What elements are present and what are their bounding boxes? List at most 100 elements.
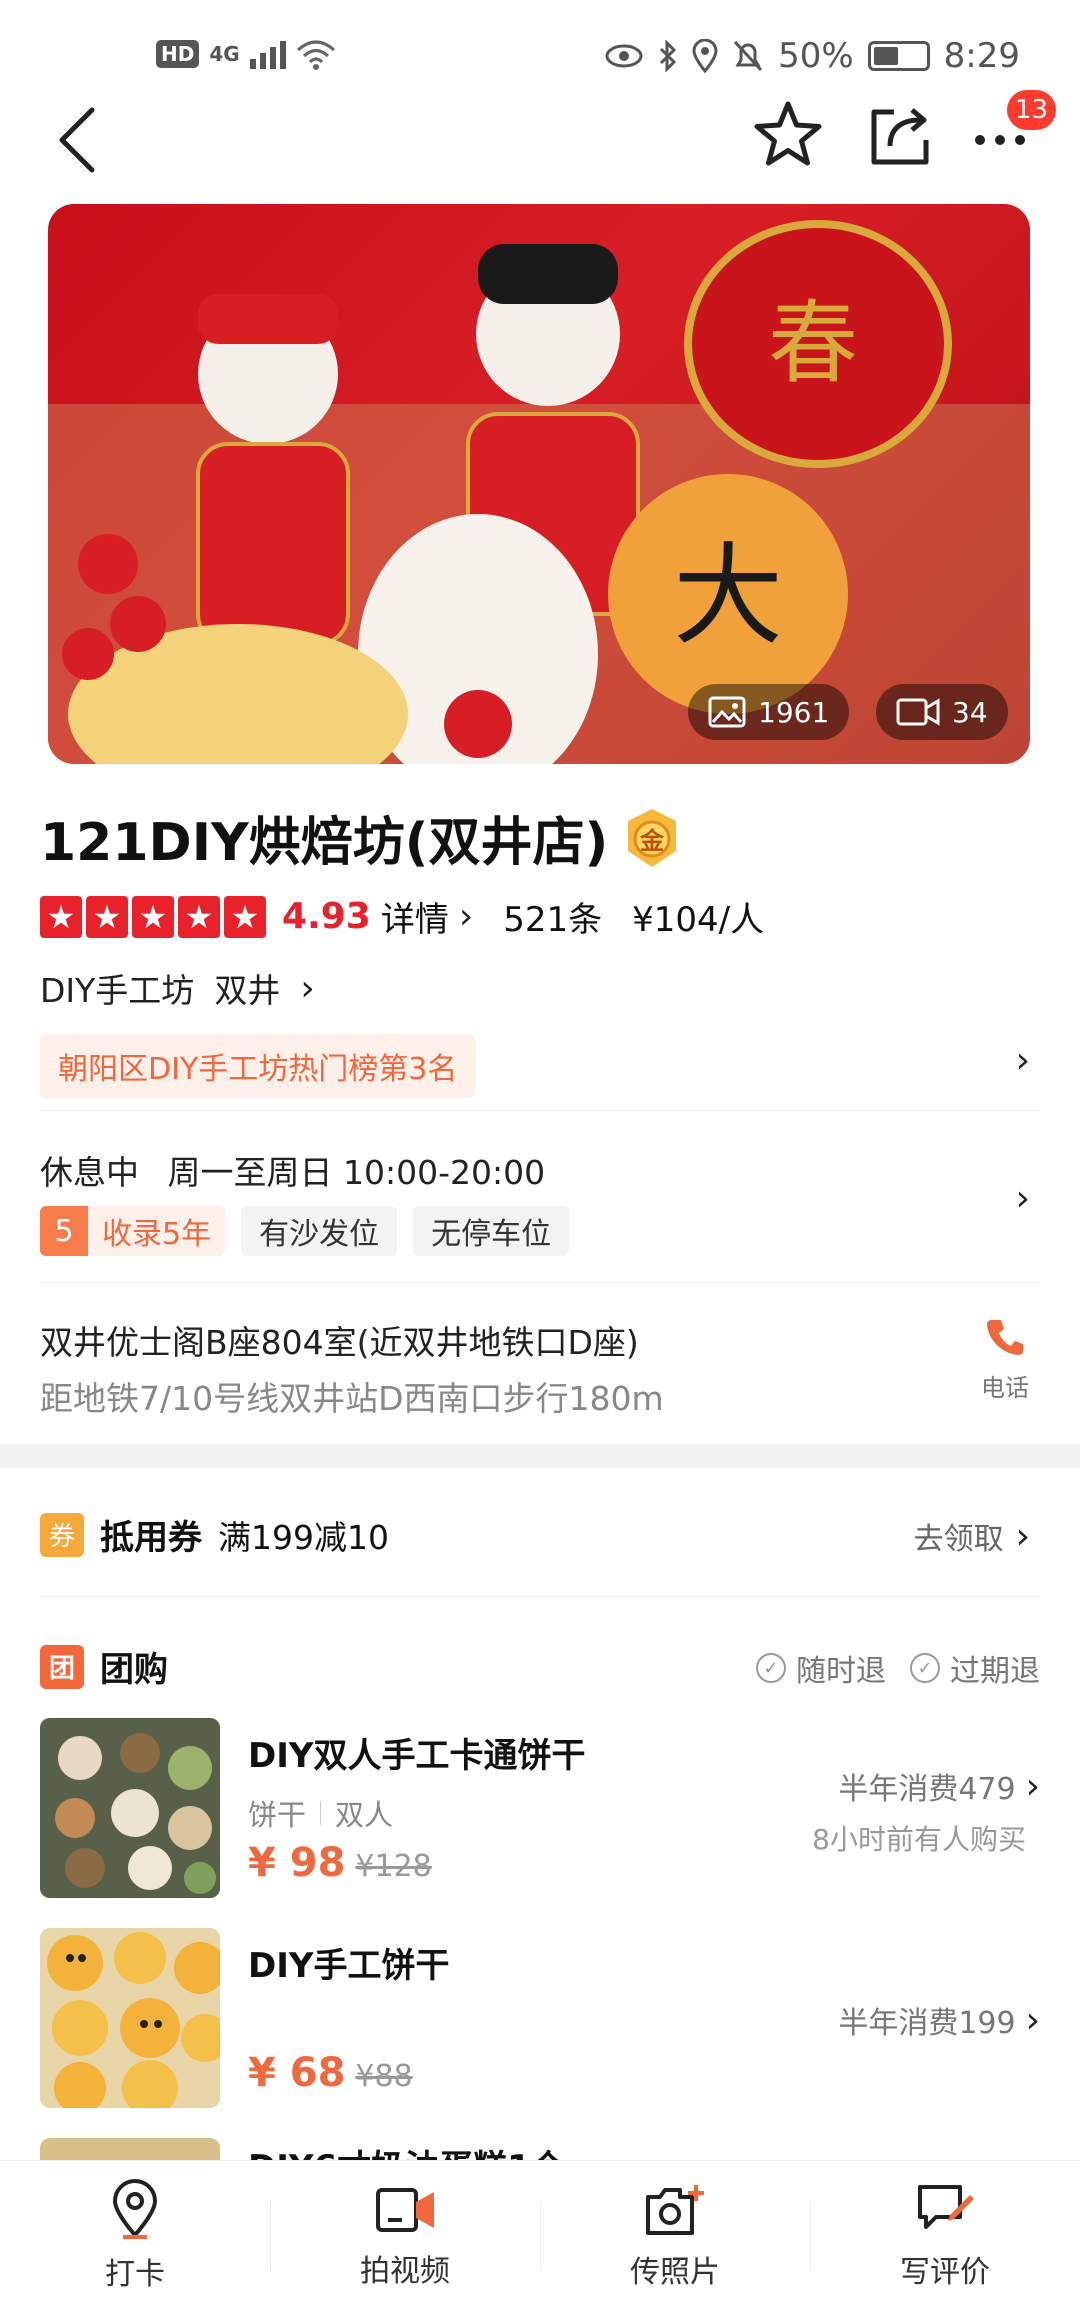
coupon-row[interactable]: 券 抵用券 满199减10 <box>40 1510 389 1559</box>
hd-indicator: HD <box>156 40 200 68</box>
rating-row[interactable]: ★ ★ ★ ★ ★ 4.93 详情 › 521条 ¥104/人 <box>40 892 764 941</box>
current-price: ¥ 98 <box>248 1840 346 1886</box>
chevron-right-icon: › <box>1025 1765 1040 1807</box>
signal-icon <box>249 39 286 69</box>
deal-item[interactable]: DIY手工饼干 ¥ 68 ¥88 半年消费199 › <box>40 1928 1040 2108</box>
policy-anytime: 随时退 <box>796 1654 886 1689</box>
deal-sales: 半年消费479 › <box>838 1764 1040 1808</box>
group-buy-header: 团 团购 <box>40 1642 168 1691</box>
deal-thumbnail <box>40 1718 220 1898</box>
open-status: 休息中 <box>40 1153 139 1192</box>
chevron-right-icon: › <box>1015 1515 1030 1557</box>
location-pin-icon <box>112 2178 158 2239</box>
notification-badge: 13 <box>1006 90 1056 130</box>
tab-label: 写评价 <box>900 2254 990 2290</box>
star-icon: ★ <box>40 895 82 938</box>
sales-count: 半年消费479 <box>838 1772 1016 1807</box>
chevron-right-icon: › <box>458 896 474 937</box>
deal-tag: 饼干 <box>248 1798 307 1832</box>
coupon-icon: 券 <box>40 1512 84 1557</box>
rating-score: 4.93 <box>282 896 371 937</box>
deal-price: ¥ 98 ¥128 <box>248 1840 432 1886</box>
photo-count-tag[interactable]: 1961 <box>688 684 850 740</box>
shop-name: 121DIY烘焙坊(双井店) <box>40 813 609 873</box>
svg-text:春: 春 <box>768 291 858 396</box>
divider <box>40 1596 1040 1597</box>
recent-purchase: 8小时前有人购买 <box>812 1823 1026 1856</box>
check-in-button[interactable]: 打卡 <box>0 2161 270 2310</box>
coupon-title: 抵用券 <box>100 1518 202 1558</box>
tab-label: 传照片 <box>630 2254 720 2290</box>
wifi-icon <box>296 40 335 70</box>
network-type: 4G <box>209 42 240 66</box>
video-camera-icon <box>376 2187 434 2232</box>
deal-tags: 饼干 双人 <box>248 1792 393 1834</box>
claim-label: 去领取 <box>913 1522 1004 1557</box>
sales-count: 半年消费199 <box>838 2006 1016 2041</box>
share-icon[interactable] <box>864 98 936 170</box>
eye-icon <box>605 44 643 68</box>
divider <box>40 1110 1040 1111</box>
deal-name: DIY6寸奶油蛋糕1个 <box>248 2140 565 2160</box>
clock: 8:29 <box>943 36 1020 76</box>
video-count-tag[interactable]: 34 <box>876 684 1008 740</box>
divider <box>40 1282 1040 1283</box>
deal-sales: 半年消费199 › <box>838 1998 1040 2042</box>
section-separator <box>0 1444 1080 1468</box>
address-line[interactable]: 双井优士阁B座804室(近双井地铁口D座) <box>40 1316 639 1364</box>
feature-tag: 有沙发位 <box>241 1206 398 1256</box>
edit-review-icon <box>918 2184 974 2229</box>
deal-tag: 双人 <box>335 1798 394 1832</box>
upload-photo-button[interactable]: 传照片 <box>540 2161 810 2310</box>
group-buy-icon: 团 <box>40 1644 84 1689</box>
per-capita-price: ¥104/人 <box>632 900 765 940</box>
star-icon: ★ <box>132 895 174 938</box>
photo-icon <box>708 696 746 728</box>
cookie-illustration: 春 大 <box>48 220 1030 764</box>
star-icon: ★ <box>86 895 128 938</box>
current-price: ¥ 68 <box>248 2050 346 2096</box>
ranking-chip[interactable]: 朝阳区DIY手工坊热门榜第3名 <box>40 1034 476 1098</box>
video-count: 34 <box>952 695 988 729</box>
category-row[interactable]: DIY手工坊 双井 › <box>40 964 315 1012</box>
deal-item[interactable]: DIY双人手工卡通饼干 饼干 双人 ¥ 98 ¥128 半年消费479 › 8小… <box>40 1718 1040 1898</box>
deal-thumbnail <box>40 1928 220 2108</box>
review-count[interactable]: 521条 <box>503 892 602 941</box>
rating-detail-link[interactable]: 详情 <box>381 892 449 941</box>
chevron-right-icon: › <box>300 967 315 1009</box>
years-label: 收录5年 <box>88 1206 226 1256</box>
more-menu-button[interactable]: 13 <box>972 90 1056 178</box>
record-video-button[interactable]: 拍视频 <box>270 2161 540 2310</box>
chevron-right-icon[interactable]: › <box>1016 1040 1030 1081</box>
subway-distance: 距地铁7/10号线双井站D西南口步行180m <box>40 1379 664 1418</box>
location-icon <box>692 39 718 73</box>
chevron-right-icon[interactable]: › <box>1016 1178 1030 1219</box>
video-icon <box>896 698 940 726</box>
svg-text:大: 大 <box>673 532 783 660</box>
back-icon[interactable] <box>50 100 110 180</box>
call-button[interactable]: 电话 <box>970 1316 1040 1403</box>
gold-medal-icon[interactable]: 金 <box>624 807 680 869</box>
chevron-right-icon: › <box>1025 1999 1040 2041</box>
cookie-thumbnail-image <box>40 1928 220 2108</box>
mute-bell-icon <box>733 40 763 72</box>
medal-text: 金 <box>639 827 665 855</box>
deal-name: DIY双人手工卡通饼干 <box>248 1736 586 1776</box>
deal-item[interactable]: DIY6寸奶油蛋糕1个 <box>40 2138 1040 2160</box>
years-listed-tag: 5 收录5年 <box>40 1206 226 1256</box>
write-review-button[interactable]: 写评价 <box>810 2161 1080 2310</box>
original-price: ¥128 <box>355 1849 432 1884</box>
favorite-star-icon[interactable] <box>752 98 824 170</box>
group-buy-title: 团购 <box>100 1650 168 1690</box>
refund-policies: ✓ 随时退 ✓ 过期退 <box>756 1646 1040 1690</box>
claim-coupon-button[interactable]: 去领取 › <box>914 1514 1030 1558</box>
tab-label: 打卡 <box>105 2256 165 2292</box>
schedule: 周一至周日 10:00-20:00 <box>167 1153 546 1192</box>
check-circle-icon: ✓ <box>910 1653 940 1683</box>
business-hours[interactable]: 休息中 周一至周日 10:00-20:00 <box>40 1146 545 1194</box>
photo-count: 1961 <box>758 695 830 729</box>
phone-label: 电话 <box>981 1374 1029 1402</box>
tab-label: 拍视频 <box>360 2253 450 2289</box>
years-number: 5 <box>40 1206 88 1256</box>
shop-cover-image[interactable]: 春 大 1961 34 <box>48 204 1030 764</box>
